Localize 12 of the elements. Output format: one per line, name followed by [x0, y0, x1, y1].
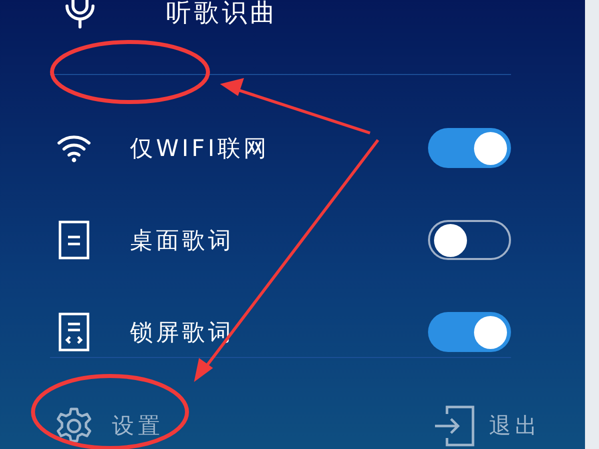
exit-link[interactable]: 退出: [489, 411, 541, 441]
exit-icon: [433, 404, 477, 448]
setting-label: 桌面歌词: [130, 226, 234, 256]
toggle-switch[interactable]: [428, 128, 511, 168]
toggle-switch[interactable]: [428, 220, 511, 260]
document-icon: [56, 220, 92, 260]
code-document-icon: [56, 312, 92, 352]
settings-link[interactable]: 设置: [112, 411, 164, 441]
toggle-switch[interactable]: [428, 312, 511, 352]
setting-label: 仅WIFI联网: [130, 134, 270, 164]
wifi-icon: [56, 133, 92, 163]
menu-item-label[interactable]: 听歌识曲: [166, 0, 278, 28]
